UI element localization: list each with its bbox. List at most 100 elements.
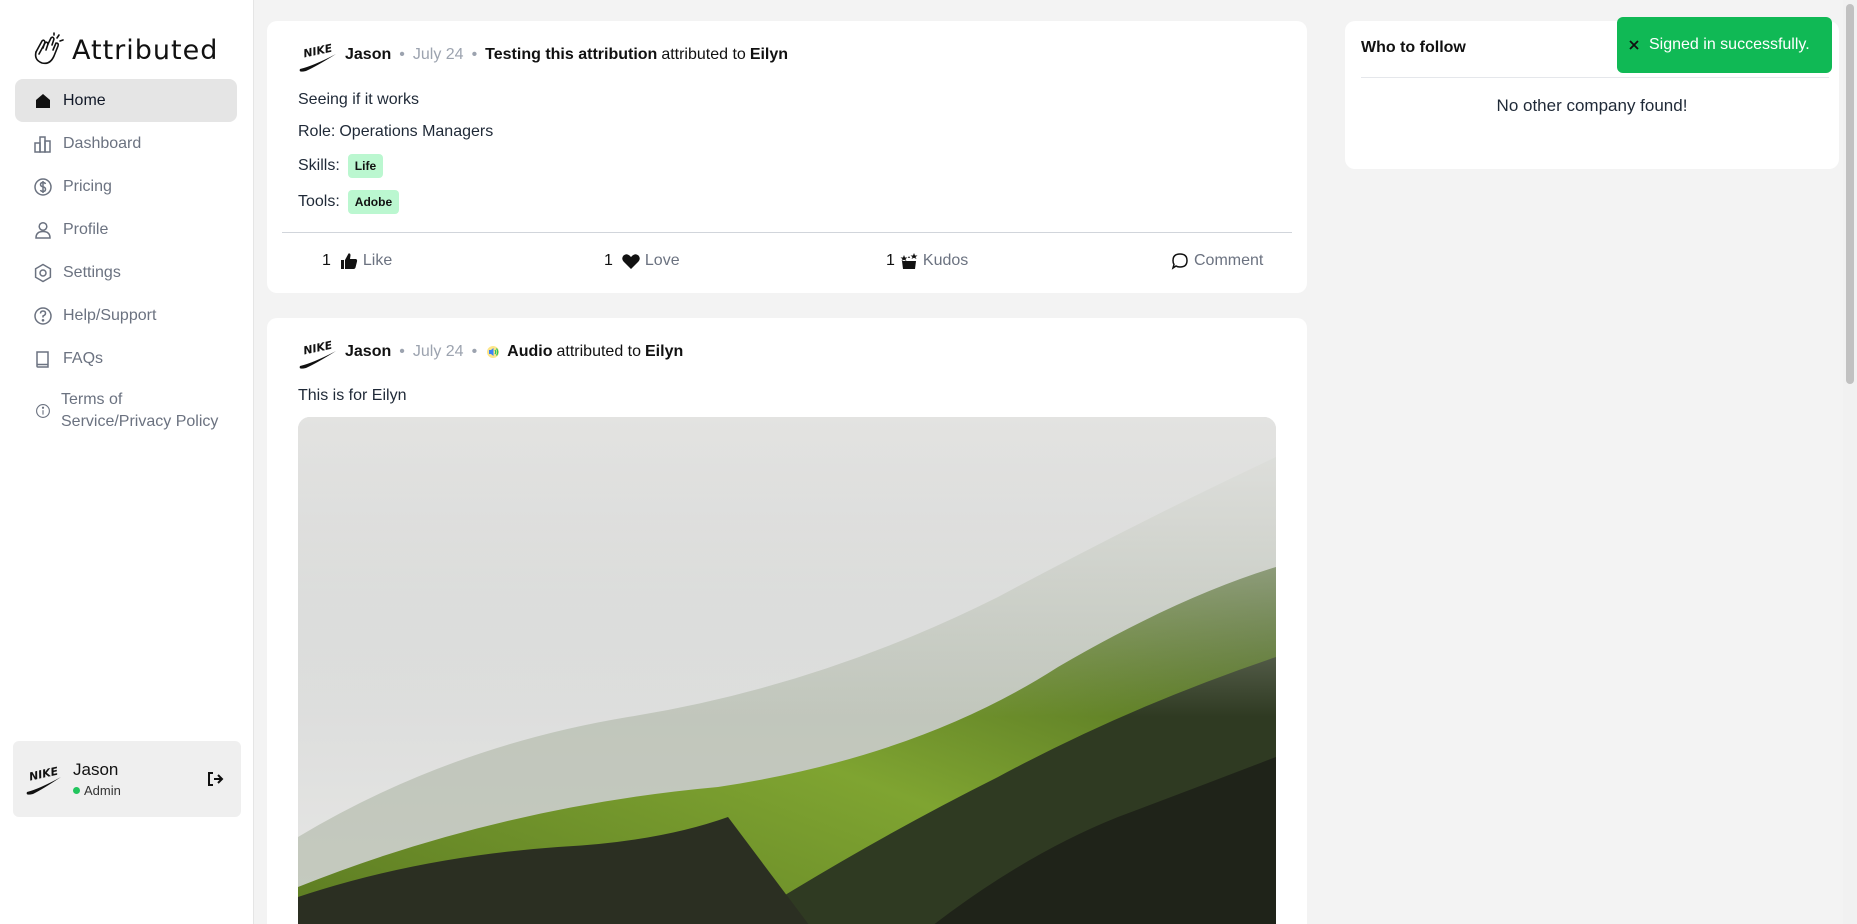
post-date: July 24 [412, 46, 464, 63]
thumbs-up-icon [340, 253, 358, 269]
toast-message: Signed in successfully. [1649, 36, 1810, 53]
terms-line2: Service/Privacy Policy [61, 413, 219, 430]
post-role: Role: Operations Managers [298, 116, 493, 148]
user-role-text: Admin [84, 783, 121, 798]
sidebar-nav: Home Dashboard Pricing Profile Settings … [15, 79, 237, 442]
empty-message: No other company found! [1496, 96, 1688, 115]
user-name: Jason [73, 760, 119, 779]
help-circle-icon [34, 306, 52, 325]
user-icon [35, 221, 51, 239]
separator-dot: • [471, 343, 478, 360]
post-text: Seeing if it works [298, 91, 419, 108]
comment-button[interactable]: Comment [1170, 245, 1263, 277]
panel-title: Who to follow [1361, 39, 1466, 56]
post-actions: 1 Like 1 Love 1 Kudos Comment [282, 245, 1292, 277]
post-header: NIKE Jason • July 24 • Testing this attr… [297, 35, 788, 75]
post-body: Seeing if it works Role: Operations Mana… [298, 84, 493, 220]
post-date: July 24 [412, 343, 464, 360]
status-dot [73, 787, 80, 794]
sidebar-item-faqs[interactable]: FAQs [15, 337, 237, 380]
post-title: Audio [507, 343, 553, 360]
user-info: Jason Admin [73, 760, 121, 798]
sidebar-item-home[interactable]: Home [15, 79, 237, 122]
misty-green-hillside-image [298, 417, 1276, 924]
like-button[interactable]: 1 Like [322, 245, 392, 277]
attributed-to-text: attributed to [661, 46, 746, 63]
post-card: NIKE Jason • July 24 • Audio attributed … [267, 318, 1307, 924]
kudos-count: 1 [886, 252, 895, 269]
skill-tag: Life [347, 154, 384, 178]
attributed-to-text: attributed to [556, 343, 642, 360]
comment-label: Comment [1194, 252, 1264, 269]
sidebar-item-label: Help/Support [63, 306, 157, 324]
post-divider [282, 232, 1292, 233]
like-count: 1 [322, 252, 331, 269]
kudos-label: Kudos [922, 252, 969, 269]
post-recipient[interactable]: Eilyn [750, 46, 788, 64]
terms-line1: Terms of [61, 391, 123, 408]
clapping-hands-icon [34, 32, 64, 65]
sidebar-item-profile[interactable]: Profile [15, 208, 237, 251]
post-text: This is for Eilyn [298, 387, 407, 404]
scrollbar-thumb[interactable] [1846, 4, 1854, 384]
separator-dot: • [471, 46, 478, 63]
sidebar-item-label: FAQs [63, 349, 104, 367]
love-button[interactable]: 1 Love [604, 245, 680, 277]
nike-logo-avatar[interactable]: NIKE [297, 332, 337, 372]
separator-dot: • [399, 343, 405, 360]
bar-chart-icon [34, 135, 51, 153]
tool-tag: Adobe [347, 190, 400, 214]
post-title: Testing this attribution [485, 46, 658, 63]
audio-category-icon [487, 346, 500, 358]
like-label: Like [362, 252, 393, 269]
tools-label: Tools: [298, 193, 340, 210]
close-icon[interactable] [1627, 38, 1641, 52]
skills-label: Skills: [298, 157, 340, 174]
gear-icon [34, 263, 52, 282]
sidebar: Attributed Home Dashboard Pricing Profil… [0, 0, 254, 924]
post-tools: Tools: Adobe [298, 184, 493, 220]
post-image[interactable] [298, 417, 1276, 924]
book-icon [36, 350, 49, 368]
success-toast: Signed in successfully. [1617, 17, 1832, 73]
user-card: NIKE Jason Admin [13, 741, 241, 817]
logout-icon[interactable] [205, 769, 225, 789]
home-icon [36, 93, 50, 108]
love-label: Love [644, 252, 680, 269]
kudos-button[interactable]: 1 Kudos [886, 245, 968, 277]
post-recipient[interactable]: Eilyn [645, 343, 683, 361]
sidebar-item-terms[interactable]: Terms of Service/Privacy Policy [15, 380, 237, 442]
scrollbar[interactable] [1843, 0, 1857, 924]
post-author[interactable]: Jason [345, 46, 391, 64]
post-header: NIKE Jason • July 24 • Audio attributed … [297, 332, 683, 372]
sidebar-item-label: Dashboard [63, 134, 142, 152]
info-icon [36, 404, 50, 418]
sidebar-item-label: Profile [63, 220, 109, 238]
sidebar-item-label: Settings [63, 263, 121, 281]
sidebar-item-label: Terms of Service/Privacy Policy [61, 389, 218, 433]
comment-icon [1171, 253, 1188, 270]
nike-logo-avatar: NIKE [26, 765, 62, 795]
sidebar-item-label: Home [63, 91, 106, 109]
post-author[interactable]: Jason [345, 343, 391, 361]
post-skills: Skills: Life [298, 148, 493, 184]
nike-logo-avatar[interactable]: NIKE [297, 35, 337, 75]
sidebar-item-label: Pricing [63, 177, 112, 195]
sidebar-item-pricing[interactable]: Pricing [15, 165, 237, 208]
app-name: Attributed [72, 34, 219, 66]
user-role: Admin [73, 783, 121, 798]
post-body: This is for Eilyn [298, 380, 406, 412]
sidebar-item-help[interactable]: Help/Support [15, 294, 237, 337]
heart-icon [622, 254, 640, 269]
post-card: NIKE Jason • July 24 • Testing this attr… [267, 21, 1307, 293]
logo[interactable]: Attributed [30, 32, 218, 68]
role-label: Role: [298, 123, 336, 140]
role-value: Operations Managers [339, 123, 494, 140]
love-count: 1 [604, 252, 613, 269]
dollar-circle-icon [34, 177, 52, 196]
kudos-icon [900, 253, 918, 269]
separator-dot: • [399, 46, 405, 63]
panel-divider [1361, 77, 1829, 78]
sidebar-item-settings[interactable]: Settings [15, 251, 237, 294]
sidebar-item-dashboard[interactable]: Dashboard [15, 122, 237, 165]
